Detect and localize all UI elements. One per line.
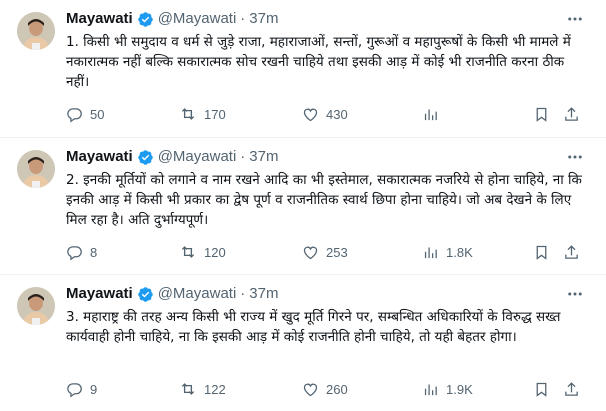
verified-badge-icon xyxy=(137,149,154,166)
retweet-count: 120 xyxy=(204,244,226,260)
views-icon xyxy=(424,247,437,258)
action-bar: 9 122 260 1.9K xyxy=(66,379,586,399)
author-handle[interactable]: @Mayawati xyxy=(158,9,237,29)
views-count: 1.9K xyxy=(446,381,473,397)
avatar[interactable] xyxy=(17,150,55,188)
bookmark-icon xyxy=(536,245,547,260)
bookmark-button[interactable] xyxy=(533,379,550,399)
tweet-header: Mayawati @Mayawati · 37m xyxy=(66,284,278,304)
like-count: 260 xyxy=(326,381,348,397)
share-button[interactable] xyxy=(563,379,580,399)
timestamp[interactable]: 37m xyxy=(249,9,278,29)
views-button[interactable]: 1.8K xyxy=(422,242,473,262)
reply-count: 8 xyxy=(90,244,98,260)
reply-button[interactable]: 50 xyxy=(66,104,104,124)
retweet-button[interactable]: 122 xyxy=(179,379,226,399)
tweet[interactable]: Mayawati @Mayawati · 37m 3. महाराष्ट्र क… xyxy=(0,275,606,411)
reply-icon xyxy=(67,245,82,260)
reply-count: 50 xyxy=(90,106,105,122)
bookmark-icon xyxy=(536,107,547,122)
retweet-icon xyxy=(181,246,195,258)
author-name[interactable]: Mayawati xyxy=(66,147,133,167)
author-name[interactable]: Mayawati xyxy=(66,284,133,304)
tweet-text: 1. किसी भी समुदाय व धर्म से जुड़े राजा, … xyxy=(66,34,571,90)
tweet[interactable]: Mayawati @Mayawati · 37m 2. इनकी मूर्तिय… xyxy=(0,138,606,275)
reply-button[interactable]: 8 xyxy=(66,242,97,262)
retweet-icon xyxy=(181,108,195,120)
like-icon xyxy=(303,246,318,259)
timestamp[interactable]: 37m xyxy=(249,147,278,167)
separator-dot: · xyxy=(240,148,246,165)
action-bar: 8 120 253 1.8K xyxy=(66,242,586,262)
retweet-button[interactable]: 120 xyxy=(179,242,226,262)
author-name[interactable]: Mayawati xyxy=(66,9,133,29)
reply-button[interactable]: 9 xyxy=(66,379,97,399)
bookmark-button[interactable] xyxy=(533,242,550,262)
share-icon xyxy=(565,381,578,396)
share-icon xyxy=(565,244,578,259)
verified-badge-icon xyxy=(137,11,154,28)
verified-badge-icon xyxy=(137,286,154,303)
like-count: 430 xyxy=(326,106,348,122)
share-icon xyxy=(565,106,578,121)
retweet-count: 170 xyxy=(204,106,226,122)
more-options-icon[interactable] xyxy=(566,285,584,303)
like-count: 253 xyxy=(326,244,348,260)
retweet-button[interactable]: 170 xyxy=(179,104,226,124)
like-icon xyxy=(303,108,318,121)
retweet-icon xyxy=(181,383,195,395)
separator-dot: · xyxy=(240,10,246,27)
author-handle[interactable]: @Mayawati xyxy=(158,147,237,167)
action-bar: 50 170 430 xyxy=(66,104,586,124)
tweet-text: 3. महाराष्ट्र की तरह अन्य किसी भी राज्य … xyxy=(66,309,561,345)
retweet-count: 122 xyxy=(204,381,226,397)
tweet[interactable]: Mayawati @Mayawati · 37m 1. किसी भी समुद… xyxy=(0,0,606,138)
tweet-text: 2. इनकी मूर्तियों को लगाने व नाम रखने आद… xyxy=(66,172,582,228)
bookmark-button[interactable] xyxy=(533,104,550,124)
share-button[interactable] xyxy=(563,104,580,124)
tweet-header: Mayawati @Mayawati · 37m xyxy=(66,9,278,29)
like-button[interactable]: 260 xyxy=(302,379,348,399)
like-button[interactable]: 430 xyxy=(302,104,348,124)
more-options-icon[interactable] xyxy=(566,148,584,166)
reply-icon xyxy=(67,382,82,397)
views-count: 1.8K xyxy=(446,244,473,260)
like-icon xyxy=(303,383,318,396)
views-button[interactable] xyxy=(422,104,446,124)
avatar[interactable] xyxy=(17,287,55,325)
reply-icon xyxy=(67,107,82,122)
more-options-icon[interactable] xyxy=(566,10,584,28)
share-button[interactable] xyxy=(563,242,580,262)
reply-count: 9 xyxy=(90,381,98,397)
views-icon xyxy=(424,384,437,395)
like-button[interactable]: 253 xyxy=(302,242,348,262)
timestamp[interactable]: 37m xyxy=(249,284,278,304)
author-handle[interactable]: @Mayawati xyxy=(158,284,237,304)
views-button[interactable]: 1.9K xyxy=(422,379,473,399)
bookmark-icon xyxy=(536,382,547,397)
separator-dot: · xyxy=(240,285,246,302)
views-icon xyxy=(424,109,437,120)
avatar[interactable] xyxy=(17,12,55,50)
tweet-header: Mayawati @Mayawati · 37m xyxy=(66,147,278,167)
